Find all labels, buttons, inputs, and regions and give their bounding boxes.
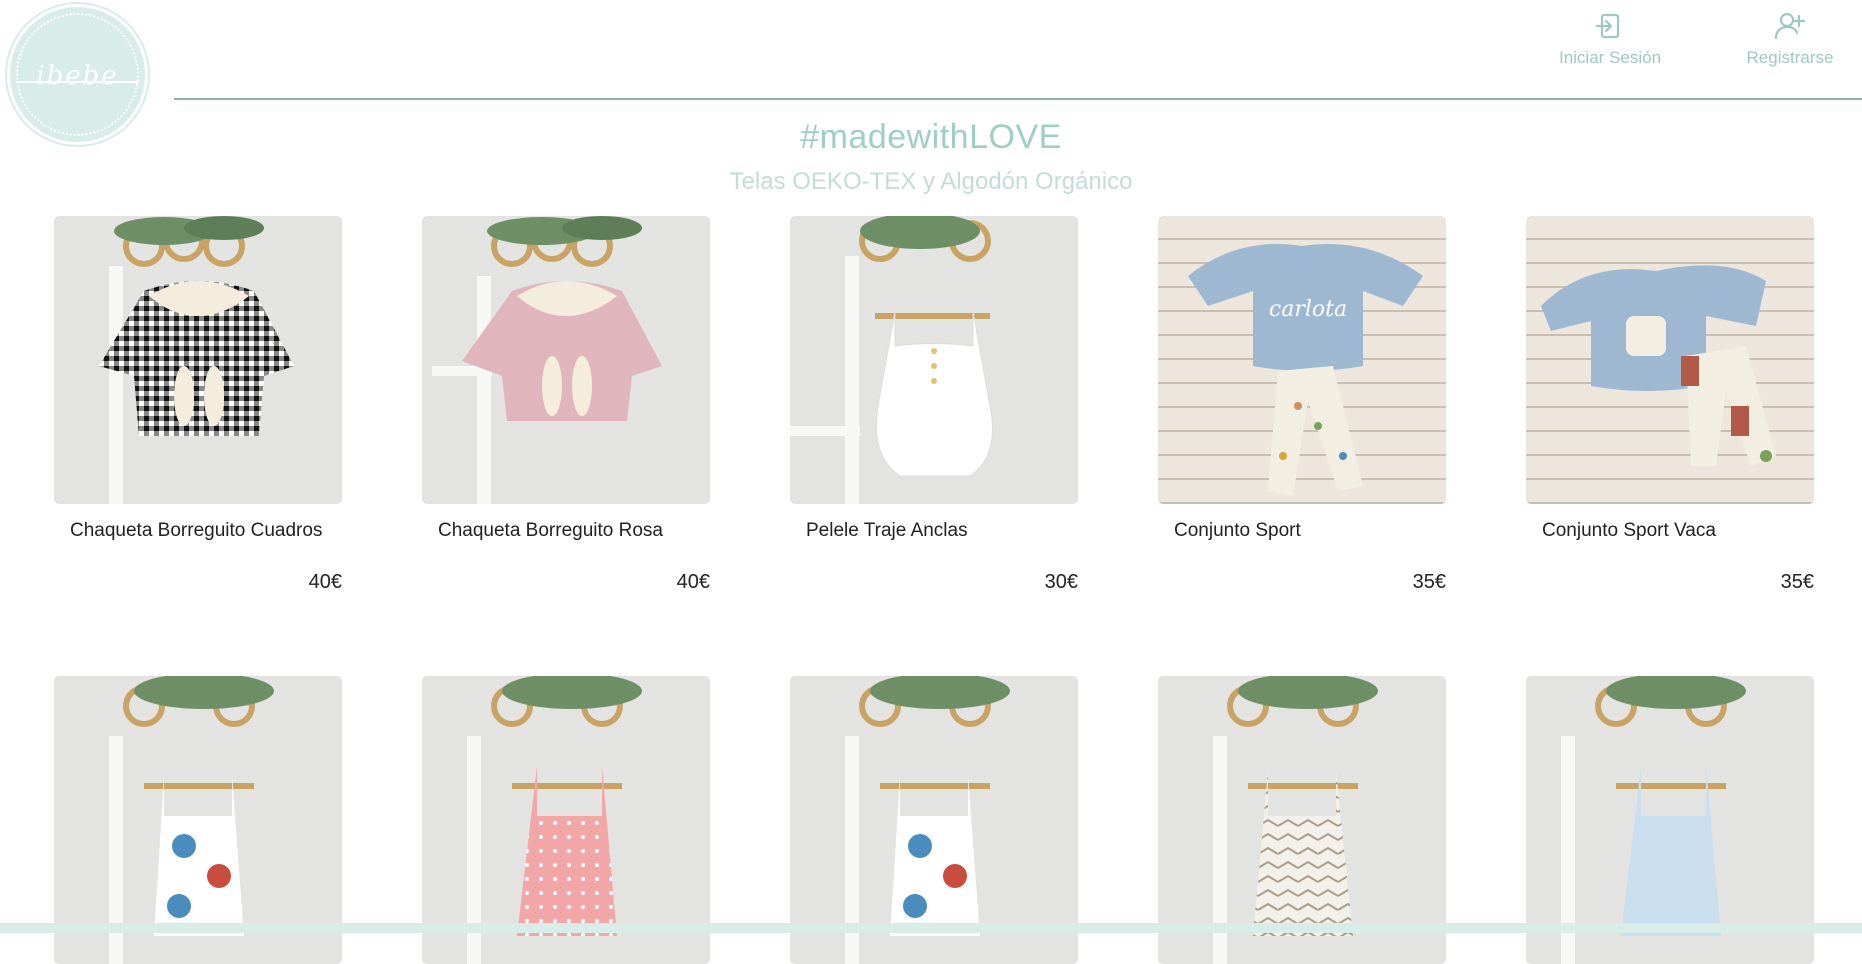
product-card[interactable]: [790, 676, 1078, 964]
svg-text:carlota: carlota: [1269, 297, 1347, 322]
product-name[interactable]: Chaqueta Borreguito Rosa: [438, 520, 663, 542]
product-card[interactable]: Chaqueta Borreguito Cuadros 40€: [54, 216, 342, 593]
product-name[interactable]: Pelele Traje Anclas: [806, 520, 968, 542]
product-image[interactable]: [1526, 676, 1814, 964]
product-card[interactable]: [54, 676, 342, 964]
product-image[interactable]: carlota: [1158, 216, 1446, 504]
product-image[interactable]: [54, 216, 342, 504]
product-card[interactable]: [422, 676, 710, 964]
product-image[interactable]: [790, 216, 1078, 504]
product-name[interactable]: Conjunto Sport Vaca: [1542, 520, 1716, 542]
product-name[interactable]: Chaqueta Borreguito Cuadros: [70, 520, 322, 542]
product-price: 40€: [676, 571, 710, 593]
product-card[interactable]: Conjunto Sport Vaca 35€: [1526, 216, 1814, 593]
product-card[interactable]: Chaqueta Borreguito Rosa 40€: [422, 216, 710, 593]
product-image[interactable]: [1526, 216, 1814, 504]
product-card[interactable]: carlota Conjunto Sport 35€: [1158, 216, 1446, 593]
footer-bar: [0, 923, 1862, 933]
product-image[interactable]: [422, 676, 710, 964]
product-image[interactable]: [1158, 676, 1446, 964]
product-image[interactable]: [422, 216, 710, 504]
product-price: 40€: [308, 571, 342, 593]
product-price: 30€: [1044, 571, 1078, 593]
product-card[interactable]: [1526, 676, 1814, 964]
product-image[interactable]: [790, 676, 1078, 964]
product-card[interactable]: [1158, 676, 1446, 964]
product-image[interactable]: [54, 676, 342, 964]
product-grid: Chaqueta Borreguito Cuadros 40€ Chaqueta…: [0, 0, 1862, 964]
product-price: 35€: [1412, 571, 1446, 593]
product-price: 35€: [1780, 571, 1814, 593]
product-card[interactable]: Pelele Traje Anclas 30€: [790, 216, 1078, 593]
product-name[interactable]: Conjunto Sport: [1174, 520, 1301, 542]
